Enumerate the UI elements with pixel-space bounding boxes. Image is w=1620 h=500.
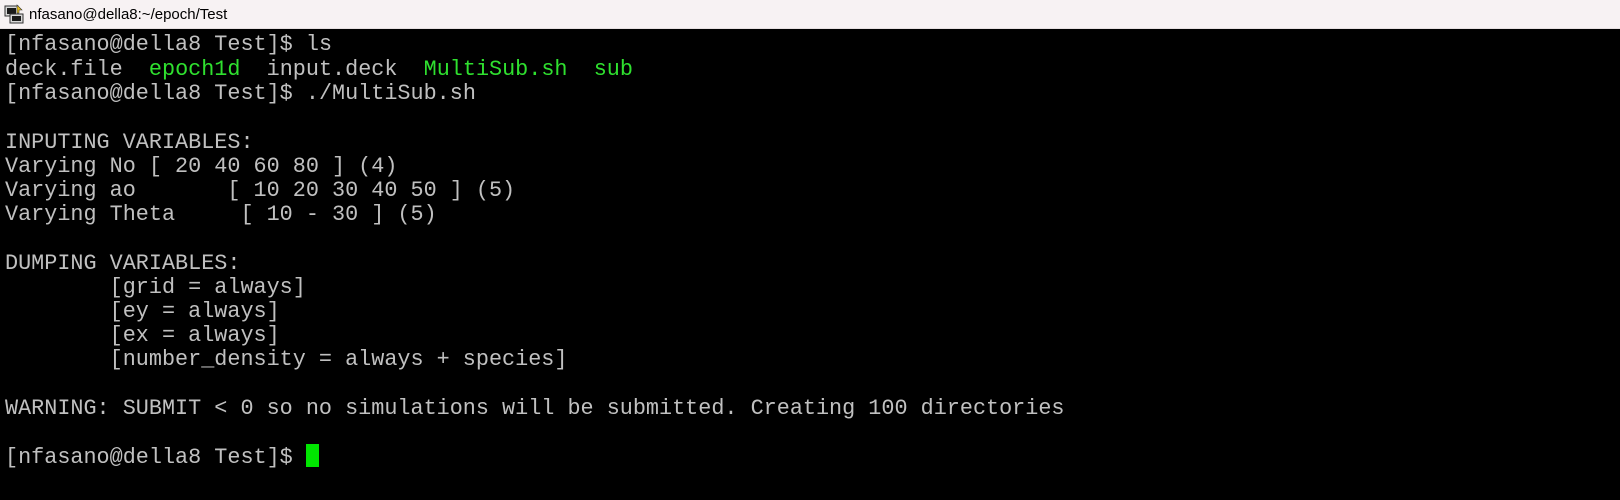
- warning-message: WARNING: SUBMIT < 0 so no simulations wi…: [5, 396, 1065, 421]
- ls-entry-sub: sub: [593, 57, 633, 82]
- varying-no: Varying No [ 20 40 60 80 ] (4): [5, 154, 398, 179]
- prompt: [nfasano@della8 Test]$: [5, 445, 306, 470]
- prompt: [nfasano@della8 Test]$: [5, 32, 306, 57]
- ls-entry-input-deck: input.deck: [266, 57, 398, 82]
- prompt: [nfasano@della8 Test]$: [5, 81, 306, 106]
- terminal-line-multisub: [nfasano@della8 Test]$ ./MultiSub.sh: [5, 81, 476, 106]
- ls-entry-deck-file: deck.file: [5, 57, 123, 82]
- window-title: nfasano@della8:~/epoch/Test: [29, 5, 228, 23]
- dump-ey: [ey = always]: [5, 299, 280, 324]
- dump-number-density: [number_density = always + species]: [5, 347, 568, 372]
- terminal-line-current[interactable]: [nfasano@della8 Test]$: [5, 444, 319, 470]
- terminal-line-ls: [nfasano@della8 Test]$ ls: [5, 32, 332, 57]
- varying-theta: Varying Theta [ 10 - 30 ] (5): [5, 202, 437, 227]
- ls-output-line: deck.file epoch1d input.deck MultiSub.sh…: [5, 57, 633, 82]
- dump-ex: [ex = always]: [5, 323, 280, 348]
- dump-grid: [grid = always]: [5, 275, 306, 300]
- inputing-header: INPUTING VARIABLES:: [5, 130, 254, 155]
- command-multisub: ./MultiSub.sh: [305, 81, 476, 106]
- terminal-screen[interactable]: [nfasano@della8 Test]$ ls deck.file epoc…: [0, 29, 1620, 500]
- dumping-header: DUMPING VARIABLES:: [5, 251, 241, 276]
- varying-ao: Varying ao [ 10 20 30 40 50 ] (5): [5, 178, 516, 203]
- window-titlebar[interactable]: nfasano@della8:~/epoch/Test: [0, 0, 1620, 29]
- ls-entry-epoch1d: epoch1d: [148, 57, 241, 82]
- text-cursor: [305, 444, 319, 467]
- ls-entry-multisub: MultiSub.sh: [423, 57, 568, 82]
- command-ls: ls: [305, 32, 333, 57]
- putty-terminal-icon: [4, 4, 24, 24]
